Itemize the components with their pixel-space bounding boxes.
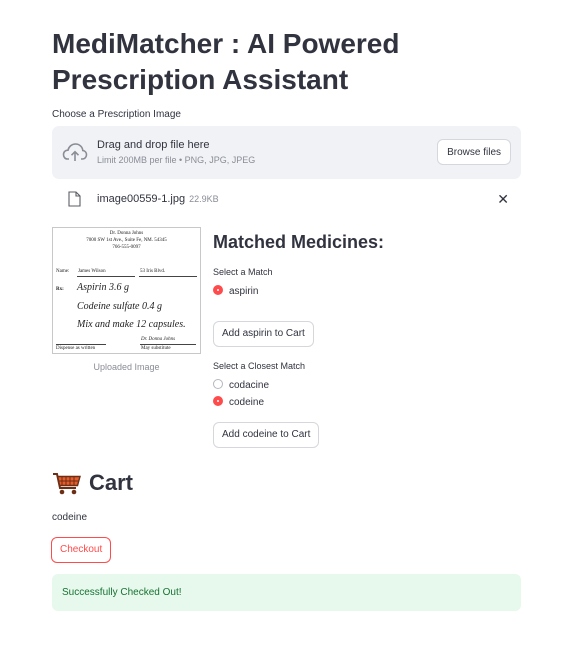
- rx-patient: James Wilson: [78, 269, 106, 274]
- radio-selected-icon: [213, 285, 223, 296]
- rx-line-2: Codeine sulfate 0.4 g: [77, 301, 162, 312]
- rx-phone: 766-555-0097: [112, 245, 141, 250]
- radio-option-aspirin[interactable]: aspirin: [213, 285, 258, 299]
- success-alert: Successfully Checked Out!: [52, 574, 521, 611]
- select-closest-match-label: Select a Closest Match: [213, 361, 306, 371]
- remove-file-icon[interactable]: ✕: [497, 191, 509, 208]
- radio-unselected-icon: [213, 379, 223, 390]
- image-caption: Uploaded Image: [93, 362, 160, 372]
- rx-underline: [56, 344, 106, 345]
- dropzone-title: Drag and drop file here: [97, 139, 210, 151]
- file-size: 22.9KB: [189, 194, 219, 204]
- browse-files-button[interactable]: Browse files: [437, 139, 511, 165]
- rx-underline: [140, 344, 196, 345]
- rx-substitute-label: May substitute: [141, 346, 171, 351]
- matched-medicines-heading: Matched Medicines:: [213, 232, 385, 252]
- rx-line-1: Aspirin 3.6 g: [77, 282, 129, 293]
- rx-line-3: Mix and make 12 capsules.: [77, 319, 186, 330]
- rx-patient-address: 53 Iris Blvd.: [140, 269, 166, 274]
- file-name-wrapper: image00559-1.jpg 22.9KB: [97, 193, 219, 205]
- radio-label: aspirin: [229, 286, 259, 297]
- radio-selected-icon: [213, 396, 223, 407]
- radio-option-codeine[interactable]: codeine: [213, 396, 264, 410]
- page-title: MediMatcher : AI Powered Prescription As…: [52, 28, 400, 95]
- rx-signature: Dr. Donna Johns: [141, 337, 176, 342]
- file-dropzone[interactable]: Drag and drop file here Limit 200MB per …: [52, 126, 521, 179]
- cloud-upload-icon: [62, 143, 88, 161]
- cart-item: codeine: [52, 512, 88, 523]
- add-aspirin-button[interactable]: Add aspirin to Cart: [213, 321, 314, 347]
- rx-label: Rx:: [56, 287, 64, 292]
- add-codeine-button[interactable]: Add codeine to Cart: [213, 422, 320, 448]
- rx-underline: [139, 276, 197, 277]
- dropzone-limit-text: Limit 200MB per file • PNG, JPG, JPEG: [97, 155, 256, 165]
- radio-label: codacine: [229, 380, 270, 391]
- rx-doctor: Dr. Donna Johns: [109, 231, 144, 236]
- file-name: image00559-1.jpg: [97, 193, 186, 205]
- rx-dispense-label: Dispense as written: [56, 346, 96, 351]
- cart-heading: Cart: [89, 470, 134, 495]
- radio-option-codacine[interactable]: codacine: [213, 379, 269, 393]
- uploaded-file-row: image00559-1.jpg 22.9KB ✕: [52, 190, 521, 210]
- rx-address: 7000 SW 1st Ave., Suite Fe, NM. 54345: [86, 238, 167, 243]
- prescription-image: Dr. Donna Johns 7000 SW 1st Ave., Suite …: [52, 227, 201, 354]
- shopping-cart-icon: [53, 473, 81, 495]
- uploader-label: Choose a Prescription Image: [52, 109, 181, 120]
- checkout-button[interactable]: Checkout: [51, 537, 112, 563]
- select-match-label: Select a Match: [213, 267, 273, 277]
- radio-label: codeine: [229, 397, 265, 408]
- file-icon: [68, 191, 81, 207]
- rx-underline: [77, 276, 135, 277]
- rx-name-label: Name:: [56, 269, 70, 274]
